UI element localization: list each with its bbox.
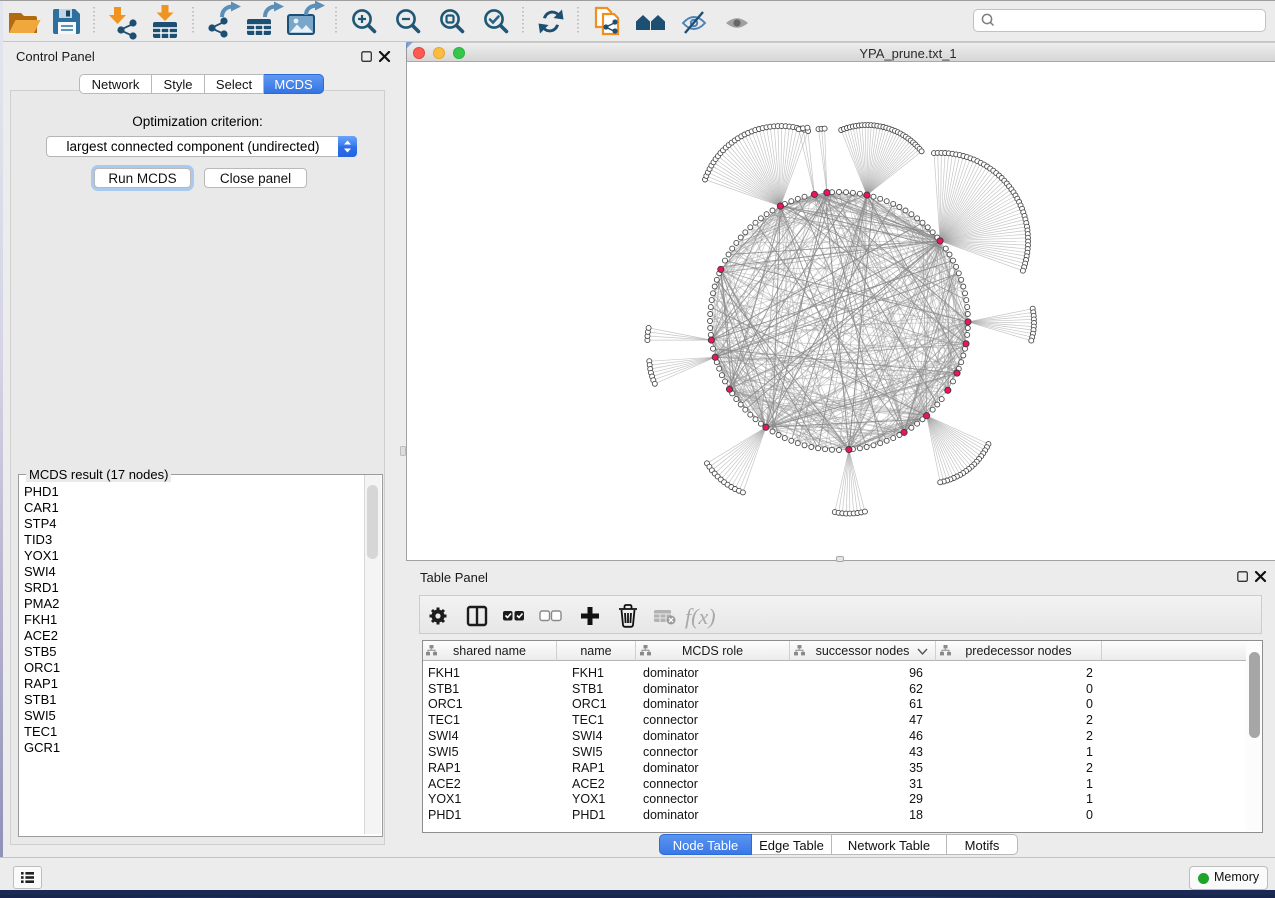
svg-text:f(x): f(x) [685,604,716,629]
